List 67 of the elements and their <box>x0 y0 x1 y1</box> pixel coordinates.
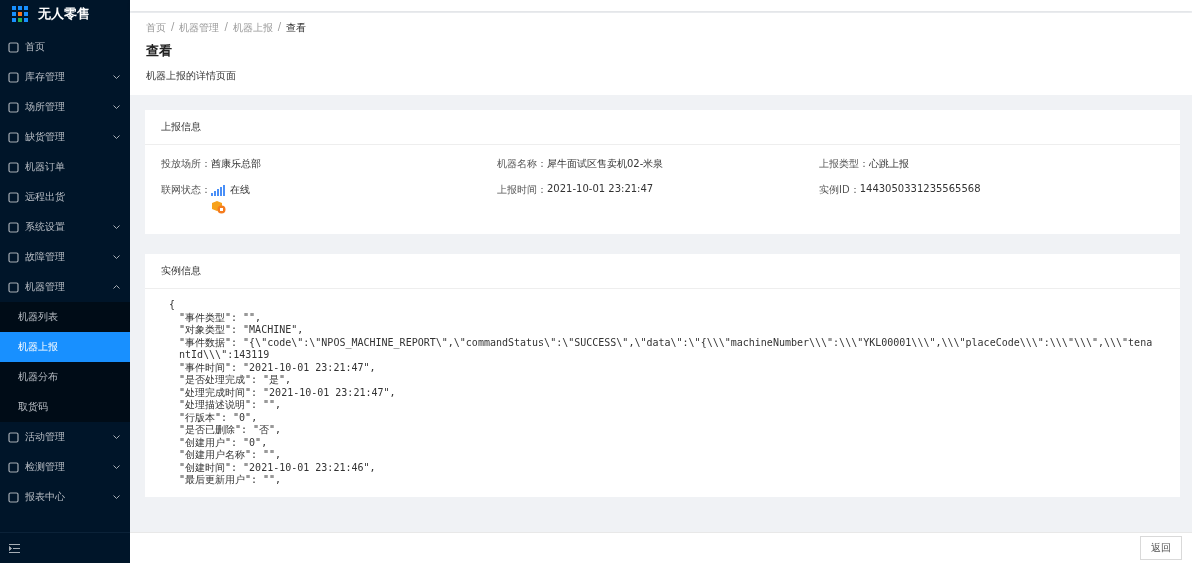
breadcrumb-current: 查看 <box>286 21 307 35</box>
code-line: "事件类型": "", <box>178 311 263 324</box>
field-value: 2021-10-01 23:21:47 <box>547 183 654 194</box>
code-line: "创建用户名称": "", <box>178 449 283 462</box>
field-label: 投放场所： <box>161 157 211 171</box>
page-description: 机器上报的详情页面 <box>146 69 237 83</box>
menu-item[interactable]: 活动管理 <box>0 422 130 452</box>
menu-item[interactable]: 缺货管理 <box>0 122 130 152</box>
code-line: "最后更新用户": "", <box>178 474 283 487</box>
menu-icon <box>8 431 19 443</box>
breadcrumb-separator: / <box>171 21 175 34</box>
collapse-menu-icon[interactable] <box>9 543 20 553</box>
code-line: "是否已删除": "否", <box>178 424 283 437</box>
field-label: 上报时间： <box>497 183 547 197</box>
code-line: "处理描述说明": "", <box>178 399 283 412</box>
menu-icon <box>8 41 19 53</box>
code-line: "对象类型": "MACHINE", <box>178 324 305 337</box>
menu-item[interactable]: 机器订单 <box>0 152 130 182</box>
menu-icon <box>8 251 19 263</box>
menu-icon <box>8 491 19 503</box>
menu-item[interactable]: 机器管理 <box>0 272 130 302</box>
field-value: 心跳上报 <box>869 157 909 171</box>
code-line: "行版本": "0", <box>178 411 259 424</box>
code-line: "事件时间": "2021-10-01 23:21:47", <box>178 361 377 374</box>
menu-item[interactable]: 系统设置 <box>0 212 130 242</box>
code-line: "处理完成时间": "2021-10-01 23:21:47", <box>178 386 397 399</box>
menu-item[interactable]: 库存管理 <box>0 62 130 92</box>
field-label: 上报类型： <box>819 157 869 171</box>
menu-item[interactable]: 远程出货 <box>0 182 130 212</box>
field-label: 联网状态： <box>161 183 211 197</box>
code-line: "事件数据": "{\"code\":\"NPOS_MACHINE_REPORT\",\"commandStatus\":\"SUCCESS\",\"data\":\"{\\\"machineNumber\\\":\\\"YKL00001\\\",\\\"placeCode\\\":\\\"\\\",\\\"tenantId\\\":143119 <box>178 336 1154 362</box>
breadcrumb-separator: / <box>224 21 228 34</box>
menu-icon <box>8 461 19 473</box>
back-button[interactable]: 返回 <box>1140 536 1182 560</box>
menu-icon <box>8 101 19 113</box>
field-value: 酋康乐总部 <box>211 157 261 171</box>
menu-icon <box>8 131 19 143</box>
grid-logo-icon <box>12 6 28 22</box>
code-line: "创建时间": "2021-10-01 23:21:46", <box>178 461 377 474</box>
menu-item[interactable]: 首页 <box>0 32 130 62</box>
code-line: "是否处理完成": "是", <box>178 374 293 387</box>
menu-icon <box>8 281 19 293</box>
page-title: 查看 <box>146 42 173 60</box>
code-line: "创建用户": "0", <box>178 436 269 449</box>
submenu-item[interactable]: 机器分布 <box>0 362 130 392</box>
field-value: 犀牛面试区售卖机02-米泉 <box>547 157 664 171</box>
field-value: 1443050331235565568 <box>859 183 981 194</box>
menu-item[interactable]: 场所管理 <box>0 92 130 122</box>
menu-icon <box>8 161 19 173</box>
submenu-item[interactable]: 机器列表 <box>0 302 130 332</box>
menu-item[interactable]: 检测管理 <box>0 452 130 482</box>
network-status: 在线 <box>230 183 250 197</box>
submenu-item[interactable]: 取货码 <box>0 392 130 422</box>
field-label: 实例ID： <box>819 183 860 197</box>
box-icon <box>211 200 226 214</box>
card-title: 上报信息 <box>145 110 1180 145</box>
menu-icon <box>8 191 19 203</box>
breadcrumb-separator: / <box>277 21 282 34</box>
field-label: 机器名称： <box>497 157 547 171</box>
menu-item[interactable]: 故障管理 <box>0 242 130 272</box>
menu-icon <box>8 221 19 233</box>
card-title: 实例信息 <box>145 254 1180 289</box>
signal-icon <box>211 184 225 196</box>
menu-icon <box>8 71 19 83</box>
app-title: 无人零售 <box>38 5 90 23</box>
menu-item[interactable]: 报表中心 <box>0 482 130 512</box>
code-line: { <box>169 299 177 312</box>
